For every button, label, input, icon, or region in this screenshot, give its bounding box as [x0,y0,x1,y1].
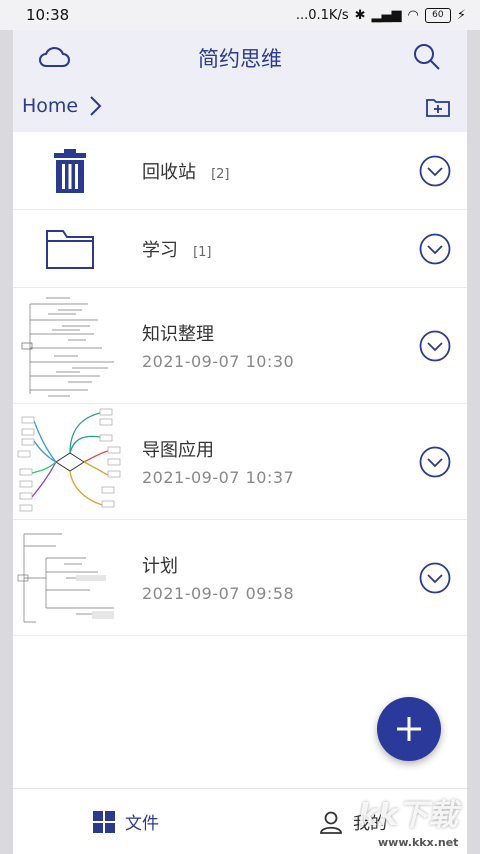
tab-files[interactable]: 文件 [93,809,159,834]
chevron-right-icon [90,96,102,116]
battery-icon: 60 [424,7,451,23]
folder-name: 回收站 [142,161,196,183]
status-icons: ...0.1K/s ✱ ▂▄▆ ◠ 60 ⚡ [295,7,466,23]
chevron-down-icon[interactable] [419,233,451,265]
folder-icon [46,229,94,269]
add-button[interactable] [377,697,441,761]
chevron-down-icon[interactable] [419,155,451,187]
list-item-file[interactable]: 知识整理 2021-09-07 10:30 [13,288,467,404]
status-bar: 10:38 ...0.1K/s ✱ ▂▄▆ ◠ 60 ⚡ [0,0,480,30]
chevron-down-icon[interactable] [419,330,451,362]
file-name: 计划 [142,556,178,577]
user-icon [320,811,342,834]
thumb-slot [13,520,127,635]
mindmap-thumbnail [14,406,126,517]
watermark-logo: kk下载 [358,798,458,833]
thumb-slot [13,404,127,519]
page-title: 简约思维 [198,47,282,71]
status-time: 10:38 [26,6,70,24]
charging-icon: ⚡ [456,7,466,23]
network-speed: ...0.1K/s [295,7,349,23]
mindmap-thumbnail [16,527,124,628]
row-text: 计划 2021-09-07 09:58 [142,552,294,603]
bluetooth-icon: ✱ [354,7,366,23]
list-item-file[interactable]: 导图应用 2021-09-07 10:37 [13,404,467,520]
new-folder-icon[interactable] [425,96,451,118]
row-text: 导图应用 2021-09-07 10:37 [142,436,294,487]
file-name: 知识整理 [142,324,214,345]
file-name: 导图应用 [142,440,214,461]
tab-files-label: 文件 [125,814,159,834]
chevron-down-icon[interactable] [419,446,451,478]
file-list: 回收站 [2] 学习 [1] 知识整理 2021-09-07 10:30 导图应… [13,132,467,636]
breadcrumb-home[interactable]: Home [22,95,78,117]
plus-icon [397,717,421,741]
row-text: 回收站 [2] [142,158,230,184]
breadcrumb[interactable]: Home [22,95,102,117]
file-date: 2021-09-07 10:37 [142,468,295,487]
folder-count: [2] [211,166,230,182]
chevron-down-icon[interactable] [419,562,451,594]
top-bar: 简约思维 Home [13,30,467,132]
grid-icon [93,810,115,833]
row-text: 学习 [1] [142,236,212,262]
app-window: 简约思维 Home 回收站 [2] 学习 [1] 知识整理 2021-09-07… [13,30,467,854]
watermark-url: www.kkx.net [378,836,459,849]
signal-icon: ▂▄▆ [371,7,402,23]
list-item-recycle-bin[interactable]: 回收站 [2] [13,132,467,210]
file-date: 2021-09-07 10:30 [142,352,295,371]
list-item-study-folder[interactable]: 学习 [1] [13,210,467,288]
trash-icon [54,148,86,193]
mindmap-thumbnail [18,289,122,402]
thumb-slot [13,288,127,403]
folder-count: [1] [193,244,212,260]
row-text: 知识整理 2021-09-07 10:30 [142,320,294,371]
list-item-file[interactable]: 计划 2021-09-07 09:58 [13,520,467,636]
thumb-slot [13,210,127,287]
wifi-icon: ◠ [407,7,419,23]
search-icon[interactable] [412,42,442,72]
thumb-slot [13,132,127,209]
folder-name: 学习 [142,239,178,261]
file-date: 2021-09-07 09:58 [142,584,295,603]
